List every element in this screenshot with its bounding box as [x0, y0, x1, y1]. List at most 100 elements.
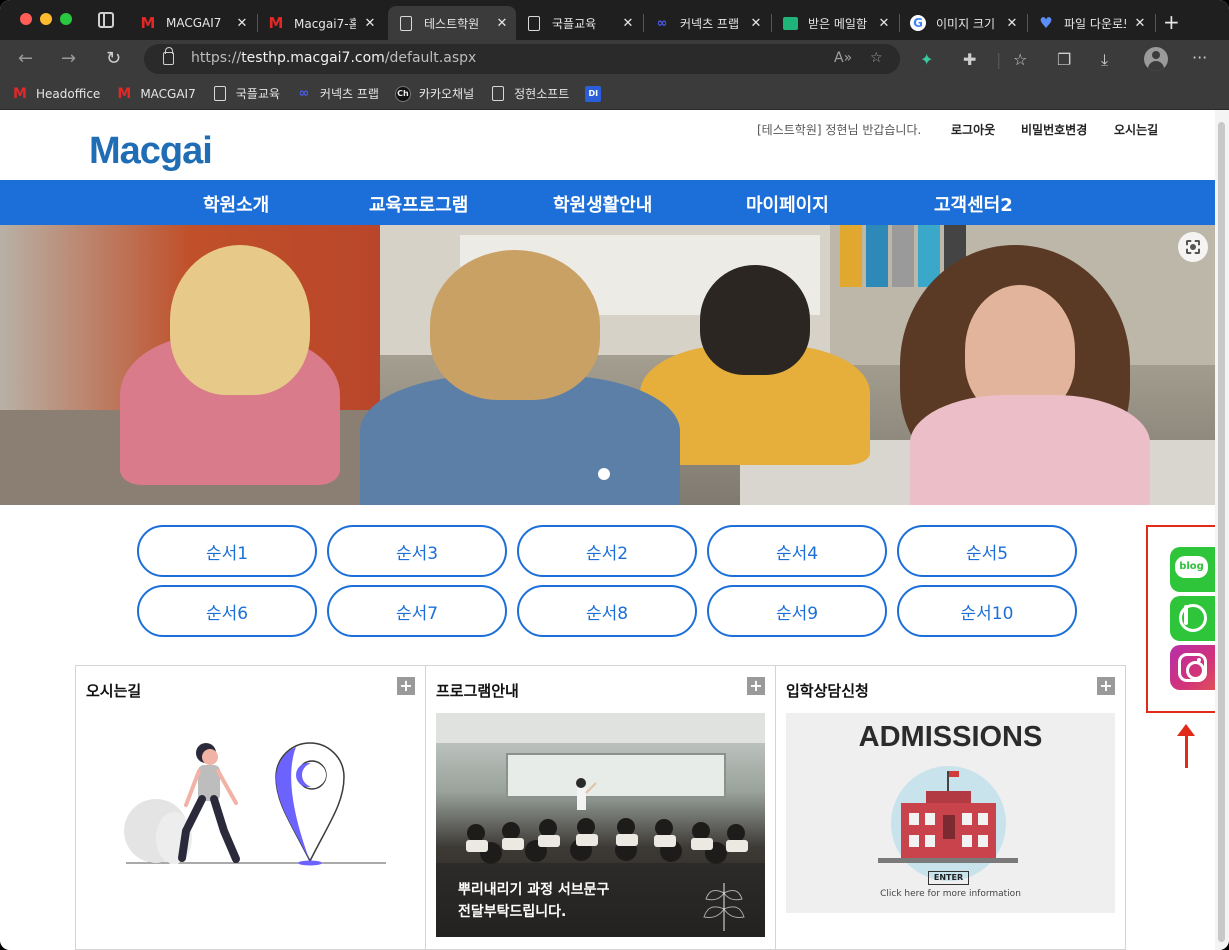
visual-search-icon[interactable] — [1178, 232, 1208, 262]
tab-label: 이미지 크기 — [936, 16, 996, 31]
close-icon[interactable]: ✕ — [748, 16, 764, 31]
logout-link[interactable]: 로그아웃 — [951, 121, 995, 138]
directions-image[interactable] — [86, 713, 415, 937]
back-arrow-icon[interactable]: ← — [18, 48, 33, 69]
bookmark-jeonghyun-soft[interactable]: 정현소프트 — [490, 85, 569, 102]
nav-item-mypage[interactable]: 마이페이지 — [746, 191, 829, 217]
bookmark-connects[interactable]: ∞ 커넥츠 프랩 — [296, 85, 378, 102]
admission-image[interactable]: ADMISSIONS ENTER Click here for more inf… — [786, 713, 1115, 913]
favorites-icon[interactable]: ☆ — [1013, 50, 1027, 69]
close-icon[interactable]: ✕ — [876, 16, 892, 31]
more-menu-icon[interactable]: ··· — [1192, 48, 1207, 67]
nav-item-programs[interactable]: 교육프로그램 — [369, 191, 468, 217]
refresh-icon[interactable]: ↻ — [106, 48, 121, 69]
binder — [892, 225, 914, 287]
bookmark-label: Headoffice — [36, 86, 101, 101]
minimize-window-button[interactable] — [40, 13, 52, 25]
scrollbar-thumb[interactable] — [1218, 122, 1225, 942]
order-button-5[interactable]: 순서5 — [897, 525, 1077, 577]
tab-label: Macgai7-홈 — [294, 16, 356, 31]
read-aloud-icon[interactable]: A» — [834, 50, 852, 66]
order-button-6[interactable]: 순서6 — [137, 585, 317, 637]
bookmark-label: MACGAI7 — [140, 86, 196, 101]
close-icon[interactable]: ✕ — [494, 16, 510, 31]
order-button-9[interactable]: 순서9 — [707, 585, 887, 637]
puzzle-icon[interactable]: ✚ — [963, 50, 976, 69]
tab-actions-icon[interactable] — [98, 12, 114, 28]
plus-icon[interactable]: + — [1097, 677, 1115, 695]
close-icon[interactable]: ✕ — [620, 16, 636, 31]
program-caption-line2: 전달부탁드립니다. — [458, 904, 567, 920]
enter-button[interactable]: ENTER — [928, 871, 969, 885]
forward-arrow-icon[interactable]: → — [61, 48, 76, 69]
order-button-1[interactable]: 순서1 — [137, 525, 317, 577]
bookmark-headoffice[interactable]: M Headoffice — [12, 86, 100, 102]
tab-gukpeul[interactable]: 국플교육 ✕ — [516, 6, 642, 40]
order-button-3[interactable]: 순서3 — [327, 525, 507, 577]
bookmark-macgai7[interactable]: M MACGAI7 — [116, 86, 195, 102]
hero-figure — [430, 250, 600, 400]
collections-icon[interactable]: ❐ — [1057, 50, 1071, 69]
hero-figure — [700, 265, 810, 375]
close-icon[interactable]: ✕ — [1004, 16, 1020, 31]
close-icon[interactable]: ✕ — [1132, 16, 1148, 31]
close-icon[interactable]: ✕ — [234, 16, 250, 31]
hero-banner-image — [0, 225, 1215, 505]
tab-image-size[interactable]: G 이미지 크기 ✕ — [900, 6, 1026, 40]
order-button-2[interactable]: 순서2 — [517, 525, 697, 577]
bookmark-gukpeul[interactable]: 국플교육 — [212, 85, 280, 102]
bookmark-di[interactable]: DI — [585, 85, 609, 102]
url-host: testhp.macgai7.com — [241, 50, 385, 66]
plus-icon[interactable]: + — [397, 677, 415, 695]
directions-link[interactable]: 오시는길 — [1114, 121, 1158, 138]
address-bar[interactable]: https://testhp.macgai7.com/default.aspx … — [144, 44, 900, 74]
tab-label: 테스트학원 — [424, 16, 480, 31]
program-panel: 프로그램안내 + 뿌리내리기 과정 서브문구 전달부탁드립니다. — [425, 665, 776, 950]
tab-macgai7[interactable]: M MACGAI7 ✕ — [130, 6, 256, 40]
admission-subtext: Click here for more information — [880, 889, 1021, 899]
tab-file-download[interactable]: ♥ 파일 다운로드 ✕ — [1028, 6, 1154, 40]
order-button-4[interactable]: 순서4 — [707, 525, 887, 577]
tab-separator — [1155, 14, 1156, 32]
download-icon[interactable]: ⤓ — [1101, 50, 1108, 70]
address-toolbar: ← → ↻ https://testhp.macgai7.com/default… — [0, 40, 1229, 78]
admissions-heading: ADMISSIONS — [858, 721, 1043, 753]
bookmark-label: 국플교육 — [235, 87, 280, 101]
extension-leaf-icon[interactable]: ✦ — [920, 50, 933, 69]
web-page: Macgai [테스트학원] 정현님 반갑습니다. 로그아웃 비밀번호변경 오시… — [0, 110, 1215, 950]
infinity-icon: ∞ — [298, 86, 310, 101]
window — [978, 835, 988, 847]
bookmark-kakao-channel[interactable]: Ch 카카오채널 — [394, 85, 474, 102]
nav-item-customer-center[interactable]: 고객센터2 — [934, 191, 1013, 217]
greeting-text: [테스트학원] 정현님 반갑습니다. — [757, 123, 922, 137]
plus-icon[interactable]: + — [747, 677, 765, 695]
close-window-button[interactable] — [20, 13, 32, 25]
new-tab-icon[interactable]: + — [1163, 10, 1180, 34]
program-image[interactable]: 뿌리내리기 과정 서브문구 전달부탁드립니다. — [436, 713, 765, 937]
nav-item-student-life[interactable]: 학원생활안내 — [553, 191, 652, 217]
nav-item-about[interactable]: 학원소개 — [203, 191, 269, 217]
admission-panel: 입학상담신청 + ADMISSIONS ENTER Click here for… — [775, 665, 1126, 950]
plant-sprout-icon — [703, 883, 745, 931]
change-password-link[interactable]: 비밀번호변경 — [1021, 121, 1087, 138]
binder — [840, 225, 862, 287]
url-path: /default.aspx — [384, 50, 477, 66]
zoom-window-button[interactable] — [60, 13, 72, 25]
lock-icon[interactable] — [163, 47, 174, 65]
carousel-dot[interactable] — [598, 468, 610, 480]
order-button-10[interactable]: 순서10 — [897, 585, 1077, 637]
url-text[interactable]: https://testhp.macgai7.com/default.aspx — [191, 50, 476, 66]
order-button-7[interactable]: 순서7 — [327, 585, 507, 637]
tab-inbox[interactable]: 받은 메일함 ✕ — [772, 6, 898, 40]
annotation-arrow-icon — [1177, 724, 1195, 768]
site-logo[interactable]: Macgai — [89, 130, 213, 173]
close-icon[interactable]: ✕ — [362, 16, 378, 31]
profile-avatar[interactable] — [1144, 47, 1168, 71]
order-button-8[interactable]: 순서8 — [517, 585, 697, 637]
page-scrollbar[interactable] — [1215, 110, 1229, 950]
infinity-icon: ∞ — [656, 15, 668, 31]
favorite-star-icon[interactable]: ☆ — [870, 50, 883, 66]
tab-macgai7-home[interactable]: M Macgai7-홈 ✕ — [258, 6, 384, 40]
tab-connects[interactable]: ∞ 커넥츠 프랩 ✕ — [644, 6, 770, 40]
tab-test-academy[interactable]: 테스트학원 ✕ — [388, 6, 516, 40]
